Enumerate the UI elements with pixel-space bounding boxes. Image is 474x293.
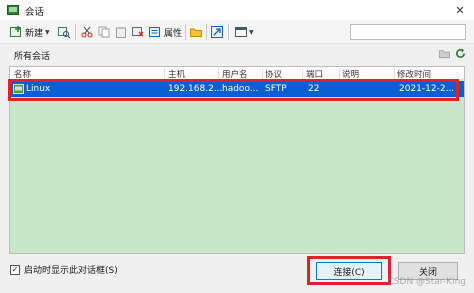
column-divider[interactable] xyxy=(302,68,303,79)
watermark-text: CSDN @Star-King xyxy=(387,277,466,287)
row-highlight-annotation xyxy=(8,79,459,101)
window-title: 会话 xyxy=(25,7,45,18)
column-divider[interactable] xyxy=(339,68,340,79)
new-label: 新建 xyxy=(25,28,44,39)
view-dropdown-icon[interactable]: ▼ xyxy=(249,29,254,36)
properties-icon xyxy=(149,27,160,37)
column-divider[interactable] xyxy=(164,68,165,79)
view-mode-button[interactable]: ▼ xyxy=(235,24,254,40)
new-session-button[interactable]: 新建 ▼ xyxy=(10,24,50,40)
toolbar: 新建 ▼ 属性 ▼ xyxy=(0,20,474,44)
toolbar-divider xyxy=(75,24,76,40)
session-folder-bar: 所有会话 xyxy=(9,48,465,62)
refresh-icon[interactable] xyxy=(455,48,466,62)
create-shortcut-button[interactable] xyxy=(211,24,223,40)
show-on-startup-label: 启动时显示此对话框(S) xyxy=(24,266,118,276)
properties-label: 属性 xyxy=(164,28,183,39)
view-list-icon xyxy=(235,27,247,37)
search-input[interactable] xyxy=(350,24,466,40)
copy-icon xyxy=(98,26,110,38)
column-divider[interactable] xyxy=(394,68,395,79)
folder-icon xyxy=(190,28,202,37)
toolbar-divider xyxy=(228,24,229,40)
folder-icon[interactable] xyxy=(439,48,450,62)
toolbar-divider xyxy=(206,24,207,40)
connect-button[interactable]: 连接(C) xyxy=(316,262,382,280)
session-search-icon xyxy=(58,27,70,38)
title-bar: 会话 ✕ xyxy=(0,0,474,20)
show-on-startup-checkbox[interactable]: ✓ 启动时显示此对话框(S) xyxy=(10,263,118,276)
cut-button[interactable] xyxy=(81,24,93,40)
paste-button[interactable] xyxy=(115,24,127,40)
column-divider[interactable] xyxy=(218,68,219,79)
all-sessions-label: 所有会话 xyxy=(14,52,51,62)
session-dialog: 会话 ✕ 新建 ▼ 属性 ▼ 所有会话 名称 主机 用户名 协议 端口 说明 修… xyxy=(0,0,474,293)
shortcut-arrow-icon xyxy=(211,26,223,38)
properties-button[interactable]: 属性 xyxy=(149,24,182,40)
delete-icon xyxy=(132,27,144,37)
new-folder-button[interactable] xyxy=(190,24,202,40)
app-icon xyxy=(7,5,19,15)
toolbar-divider xyxy=(185,24,186,40)
paste-icon xyxy=(116,27,126,38)
new-icon xyxy=(10,26,21,37)
delete-button[interactable] xyxy=(132,24,144,40)
cut-icon xyxy=(81,26,93,38)
checkbox-box[interactable]: ✓ xyxy=(10,264,20,275)
close-window-icon[interactable]: ✕ xyxy=(446,0,474,20)
open-session-button[interactable] xyxy=(58,24,70,40)
copy-button[interactable] xyxy=(98,24,110,40)
column-divider[interactable] xyxy=(262,68,263,79)
new-dropdown-icon[interactable]: ▼ xyxy=(45,29,50,36)
checkmark-icon: ✓ xyxy=(11,264,19,274)
